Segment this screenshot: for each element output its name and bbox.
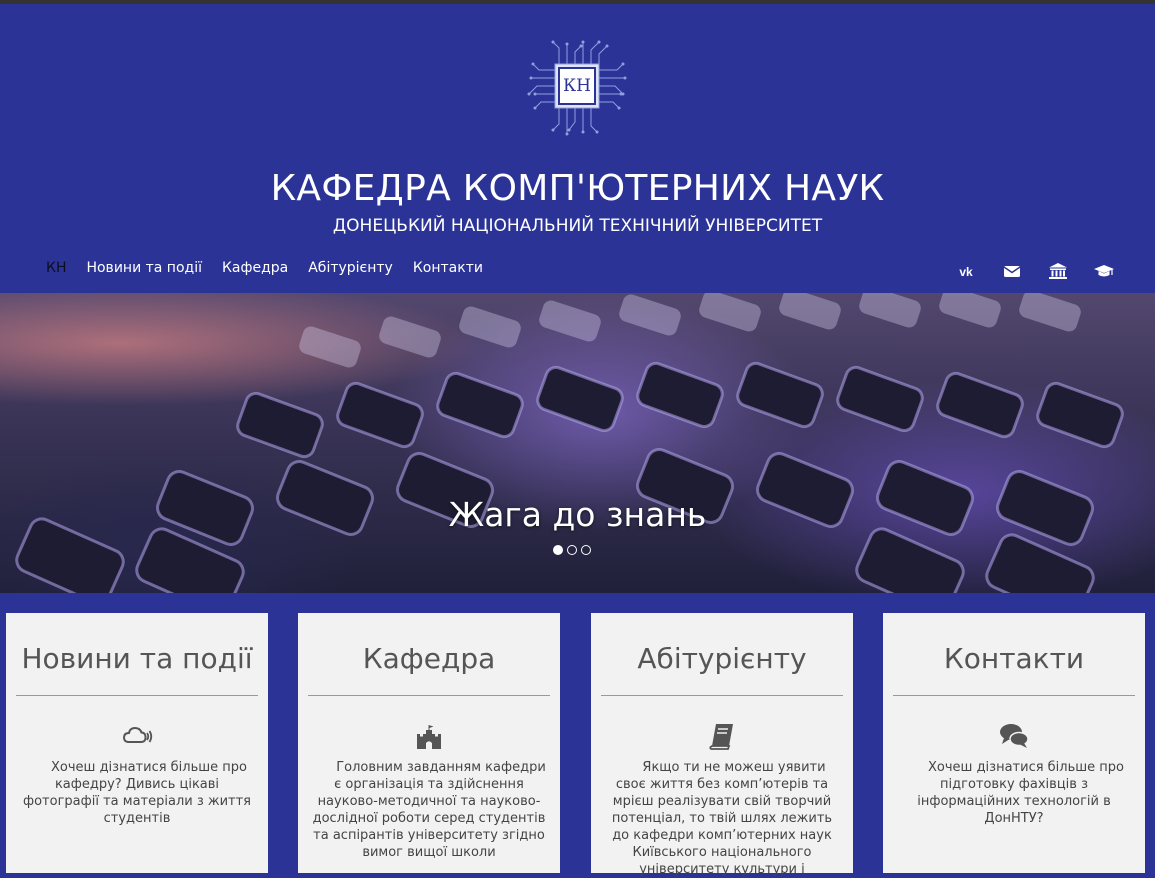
svg-text:vk: vk [959,265,973,279]
logo-text: КН [563,76,591,96]
book-icon [706,720,738,752]
card-title[interactable]: Абітурієнту [591,639,853,679]
card-text: Хочеш дізнатися більше про кафедру? Диви… [22,760,252,826]
graduation-cap-icon[interactable] [1093,260,1115,282]
card-text: Хочеш дізнатися більше про підготовку фа… [917,760,1124,826]
card-title[interactable]: Контакти [883,639,1145,679]
social-links: vk [931,260,1115,282]
card-divider [893,695,1135,696]
card-text: Якщо ти не можеш уявити своє життя без к… [611,760,833,877]
card-news[interactable]: Новини та події Хочеш дізнатися більше п… [6,613,268,873]
vk-icon[interactable]: vk [955,260,977,282]
hero-caption: Жага до знань [448,495,707,534]
nav-item-department[interactable]: Кафедра [222,256,288,280]
site-subtitle: ДОНЕЦЬКИЙ НАЦІОНАЛЬНИЙ ТЕХНІЧНИЙ УНІВЕРС… [332,216,823,236]
card-text: Головним завданням кафедри є організація… [312,760,546,860]
site-title: КАФЕДРА КОМП'ЮТЕРНИХ НАУК [270,168,885,209]
site-header: КН КАФЕДРА КОМП'ЮТЕРНИХ НАУК ДОНЕЦЬКИЙ Н… [0,4,1155,293]
comments-icon [998,720,1030,752]
card-divider [16,695,258,696]
card-applicants[interactable]: Абітурієнту Якщо ти не можеш уявити своє… [591,613,853,877]
department-logo[interactable]: КН [525,34,629,138]
nav-item-news[interactable]: Новини та події [86,256,202,280]
envelope-icon[interactable] [1001,260,1023,282]
card-title[interactable]: Кафедра [298,639,560,679]
castle-icon [413,720,445,752]
card-department[interactable]: Кафедра Головним завданням кафедри є орг… [298,613,560,873]
card-contacts[interactable]: Контакти Хочеш дізнатися більше про підг… [883,613,1145,873]
card-divider [308,695,550,696]
main-nav: КН Новини та події Кафедра Абітурієнту К… [36,256,503,280]
university-icon[interactable] [1047,260,1069,282]
carousel-dot-2[interactable] [567,545,577,555]
carousel-indicators [553,545,595,555]
nav-item-applicants[interactable]: Абітурієнту [308,256,393,280]
hero-carousel[interactable]: Жага до знань [0,293,1155,593]
card-title[interactable]: Новини та події [6,639,268,679]
carousel-dot-1[interactable] [553,545,563,555]
carousel-dot-3[interactable] [581,545,591,555]
nav-item-contacts[interactable]: Контакти [413,256,483,280]
cloud-icon [121,720,153,752]
card-divider [601,695,843,696]
nav-brand[interactable]: КН [46,256,66,280]
